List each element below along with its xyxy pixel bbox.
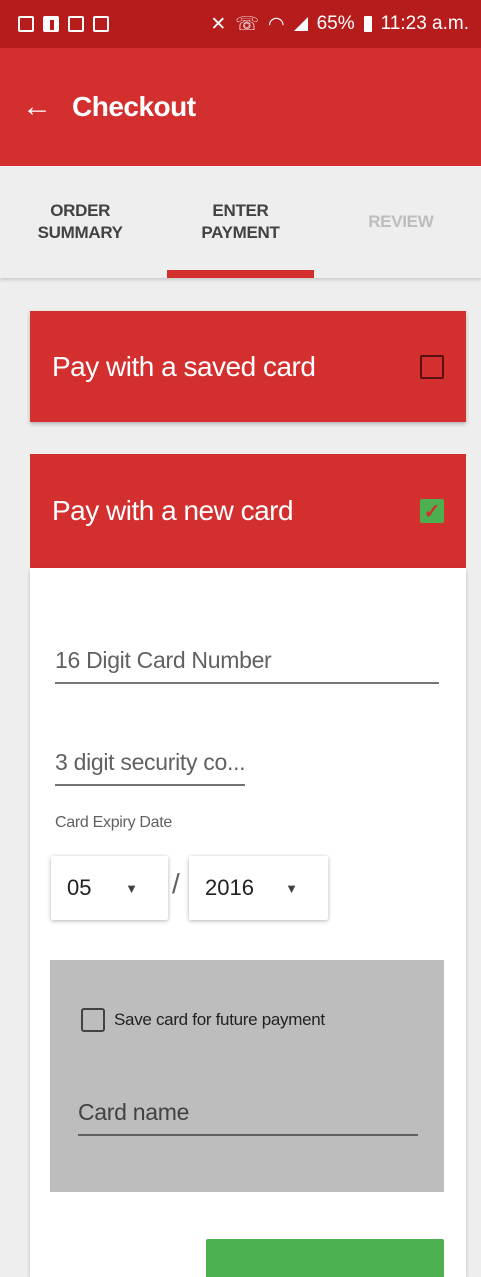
save-card-checkbox[interactable]: [81, 1008, 105, 1032]
battery-icon: [363, 16, 372, 32]
saved-card-checkbox[interactable]: [420, 354, 444, 379]
card-name-placeholder: Card name: [78, 1099, 190, 1125]
security-code-input[interactable]: 3 digit security co...: [55, 742, 245, 786]
notification-icons: [18, 16, 109, 32]
clock: 11:23 a.m.: [380, 13, 469, 34]
expiry-month-value: 05: [67, 875, 92, 900]
caret-down-icon: ▼: [285, 881, 298, 896]
battery-percent: 65%: [316, 13, 355, 34]
tab-order-summary[interactable]: ORDER SUMMARY: [0, 166, 160, 278]
security-code-placeholder: 3 digit security co...: [55, 749, 245, 775]
card-number-input[interactable]: 16 Digit Card Number: [55, 640, 439, 684]
expiry-separator: /: [172, 868, 180, 899]
expiry-month-select[interactable]: 05 ▼: [51, 856, 168, 920]
facebook-icon: [43, 16, 59, 32]
tab-label: ORDER SUMMARY: [37, 201, 123, 242]
checkmark-icon: ✓: [423, 500, 441, 523]
app-bar: ← Checkout: [0, 48, 481, 166]
gallery-icon: [68, 16, 84, 32]
photo-icon: [93, 16, 109, 32]
back-arrow-icon[interactable]: ←: [22, 92, 62, 122]
system-icons: ✕ ☏ ◠ 65% 11:23 a.m.: [210, 13, 469, 36]
mute-icon: ✕: [210, 13, 227, 35]
save-card-section: Save card for future payment Card name: [50, 960, 444, 1192]
wifi-calling-icon: ☏: [235, 13, 259, 35]
card-name-input[interactable]: Card name: [78, 1090, 418, 1136]
email-icon: [18, 16, 34, 32]
new-card-checkbox[interactable]: ✓: [420, 499, 444, 523]
tab-review[interactable]: REVIEW: [321, 166, 481, 278]
tab-label: ENTER PAYMENT: [201, 201, 280, 242]
pay-with-new-card-option[interactable]: Pay with a new card ✓: [30, 454, 466, 568]
caret-down-icon: ▼: [125, 881, 138, 896]
new-card-label: Pay with a new card: [52, 495, 294, 526]
tab-enter-payment[interactable]: ENTER PAYMENT: [160, 166, 320, 278]
save-card-label: Save card for future payment: [114, 1010, 325, 1029]
expiry-year-select[interactable]: 2016 ▼: [189, 856, 328, 920]
submit-payment-button[interactable]: [206, 1239, 444, 1277]
page-title: Checkout: [72, 91, 196, 122]
wifi-icon: ◠: [268, 13, 285, 35]
tab-label: REVIEW: [368, 212, 434, 231]
new-card-form: 16 Digit Card Number 3 digit security co…: [30, 568, 466, 1277]
expiry-year-value: 2016: [205, 875, 254, 900]
card-number-placeholder: 16 Digit Card Number: [55, 647, 272, 673]
card-expiry-label: Card Expiry Date: [55, 814, 173, 831]
pay-with-saved-card-option[interactable]: Pay with a saved card: [30, 311, 466, 422]
status-bar: ✕ ☏ ◠ 65% 11:23 a.m.: [0, 0, 481, 48]
signal-icon: [293, 17, 308, 31]
saved-card-label: Pay with a saved card: [52, 350, 316, 382]
checkout-steps-tabs: ORDER SUMMARY ENTER PAYMENT REVIEW: [0, 166, 481, 278]
